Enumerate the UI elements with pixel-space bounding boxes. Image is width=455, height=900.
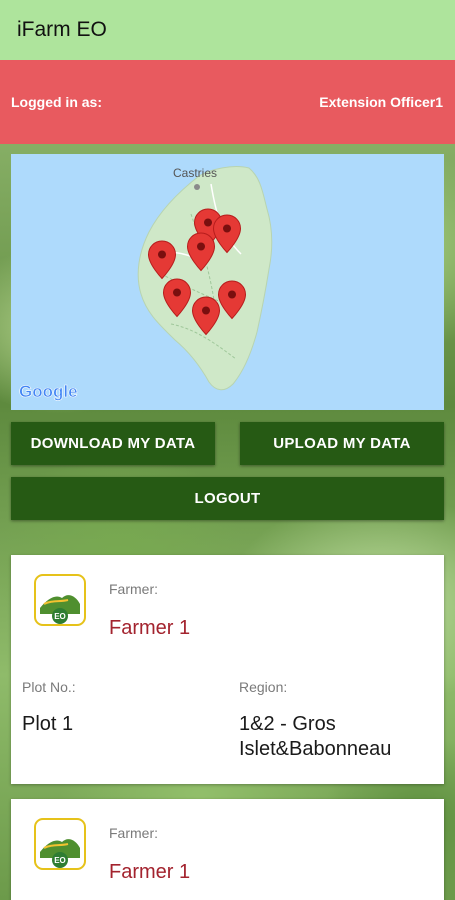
farmer-name: Farmer 1: [109, 617, 191, 639]
app-title: iFarm EO: [17, 18, 107, 41]
logout-button[interactable]: LOGOUT: [11, 477, 444, 520]
ifarm-logo-icon: EO: [34, 818, 86, 870]
logged-in-label: Logged in as:: [11, 94, 102, 110]
plot-card[interactable]: EO Farmer: Farmer 1: [11, 799, 444, 900]
farmer-label: Farmer:: [109, 825, 158, 841]
svg-text:EO: EO: [54, 856, 66, 865]
svg-text:EO: EO: [54, 612, 66, 621]
farmer-name: Farmer 1: [109, 861, 191, 883]
map-graphic: Castries Google: [19, 166, 273, 401]
farmer-label: Farmer:: [109, 581, 158, 597]
google-attribution: Google: [19, 382, 78, 401]
logged-in-user: Extension Officer1: [319, 94, 443, 110]
plot-value: Plot 1: [22, 713, 74, 735]
region-label: Region:: [239, 679, 288, 695]
download-data-button[interactable]: DOWNLOAD MY DATA: [11, 422, 215, 465]
ifarm-logo-icon: EO: [34, 574, 86, 626]
plot-card[interactable]: EO Farmer: Farmer 1 Plot No.: Plot 1 Reg…: [11, 555, 444, 784]
castries-dot: [194, 184, 200, 190]
app-bar: iFarm EO: [0, 0, 455, 60]
upload-data-button[interactable]: UPLOAD MY DATA: [240, 422, 444, 465]
region-value: 1&2 - Gros Islet&Babonneau: [239, 713, 392, 760]
map-view[interactable]: Castries Google: [11, 154, 444, 410]
plot-label: Plot No.:: [22, 679, 76, 695]
island-shape: [137, 166, 273, 391]
login-status-bar: Logged in as: Extension Officer1: [0, 60, 455, 144]
map-city-label: Castries: [173, 166, 217, 180]
